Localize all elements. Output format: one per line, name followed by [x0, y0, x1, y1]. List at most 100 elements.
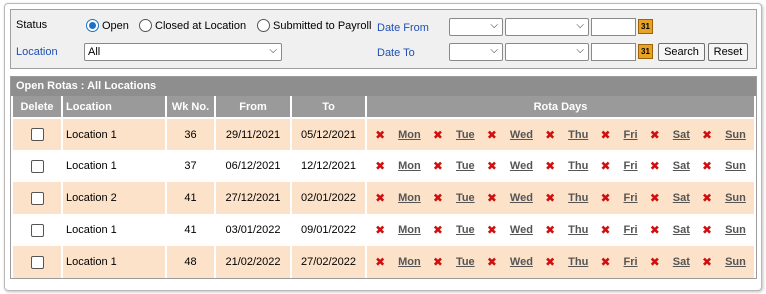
- rota-day: ✖ Sun: [702, 159, 746, 173]
- delete-day-icon[interactable]: ✖: [545, 159, 555, 173]
- location-select[interactable]: All ⌵: [84, 43, 282, 61]
- delete-day-icon[interactable]: ✖: [433, 128, 443, 142]
- day-link-mon[interactable]: Mon: [398, 192, 421, 204]
- delete-day-icon[interactable]: ✖: [487, 223, 497, 237]
- radio-closed-label[interactable]: Closed at Location: [155, 20, 246, 32]
- delete-checkbox[interactable]: [30, 191, 44, 205]
- day-link-fri[interactable]: Fri: [624, 192, 638, 204]
- rota-day: ✖ Thu: [545, 191, 588, 205]
- day-link-sun[interactable]: Sun: [725, 160, 746, 172]
- day-link-fri[interactable]: Fri: [624, 129, 638, 141]
- delete-day-icon[interactable]: ✖: [375, 191, 385, 205]
- day-link-wed[interactable]: Wed: [510, 192, 533, 204]
- day-link-thu[interactable]: Thu: [568, 224, 588, 236]
- day-link-mon[interactable]: Mon: [398, 160, 421, 172]
- delete-day-icon[interactable]: ✖: [600, 128, 610, 142]
- day-link-thu[interactable]: Thu: [568, 192, 588, 204]
- date-to-year-input[interactable]: [591, 43, 636, 61]
- day-link-sun[interactable]: Sun: [725, 129, 746, 141]
- day-link-fri[interactable]: Fri: [624, 256, 638, 268]
- delete-day-icon[interactable]: ✖: [433, 255, 443, 269]
- delete-day-icon[interactable]: ✖: [600, 255, 610, 269]
- radio-submitted-label[interactable]: Submitted to Payroll: [273, 20, 371, 32]
- delete-day-icon[interactable]: ✖: [702, 255, 712, 269]
- day-link-fri[interactable]: Fri: [624, 160, 638, 172]
- day-link-sat[interactable]: Sat: [673, 129, 690, 141]
- day-link-sun[interactable]: Sun: [725, 192, 746, 204]
- radio-open[interactable]: [86, 19, 99, 32]
- delete-day-icon[interactable]: ✖: [487, 255, 497, 269]
- day-link-wed[interactable]: Wed: [510, 160, 533, 172]
- delete-day-icon[interactable]: ✖: [433, 191, 443, 205]
- date-to-month-select[interactable]: ⌵: [505, 43, 589, 61]
- delete-day-icon[interactable]: ✖: [545, 223, 555, 237]
- delete-day-icon[interactable]: ✖: [650, 159, 660, 173]
- delete-day-icon[interactable]: ✖: [487, 128, 497, 142]
- radio-open-label[interactable]: Open: [102, 20, 129, 32]
- day-link-sat[interactable]: Sat: [673, 256, 690, 268]
- from-date-cell: 03/01/2022: [214, 214, 292, 246]
- delete-day-icon[interactable]: ✖: [545, 128, 555, 142]
- delete-day-icon[interactable]: ✖: [375, 159, 385, 173]
- delete-day-icon[interactable]: ✖: [650, 191, 660, 205]
- day-link-sat[interactable]: Sat: [673, 160, 690, 172]
- delete-day-icon[interactable]: ✖: [433, 223, 443, 237]
- date-from-year-input[interactable]: [591, 18, 636, 36]
- delete-day-icon[interactable]: ✖: [600, 159, 610, 173]
- delete-day-icon[interactable]: ✖: [702, 191, 712, 205]
- day-link-fri[interactable]: Fri: [624, 224, 638, 236]
- delete-day-icon[interactable]: ✖: [600, 191, 610, 205]
- day-link-thu[interactable]: Thu: [568, 129, 588, 141]
- delete-day-icon[interactable]: ✖: [702, 159, 712, 173]
- delete-day-icon[interactable]: ✖: [650, 223, 660, 237]
- day-link-tue[interactable]: Tue: [456, 160, 475, 172]
- day-link-wed[interactable]: Wed: [510, 224, 533, 236]
- day-link-mon[interactable]: Mon: [398, 224, 421, 236]
- day-link-tue[interactable]: Tue: [456, 224, 475, 236]
- delete-day-icon[interactable]: ✖: [702, 128, 712, 142]
- day-link-thu[interactable]: Thu: [568, 160, 588, 172]
- delete-day-icon[interactable]: ✖: [375, 255, 385, 269]
- delete-day-icon[interactable]: ✖: [487, 191, 497, 205]
- delete-day-icon[interactable]: ✖: [650, 128, 660, 142]
- delete-day-icon[interactable]: ✖: [375, 128, 385, 142]
- radio-closed-at-location[interactable]: [139, 19, 152, 32]
- rota-day: ✖ Fri: [600, 159, 637, 173]
- day-link-wed[interactable]: Wed: [510, 129, 533, 141]
- date-from-month-select[interactable]: ⌵: [505, 18, 589, 36]
- date-from-day-select[interactable]: ⌵: [449, 18, 503, 36]
- day-link-sat[interactable]: Sat: [673, 192, 690, 204]
- day-link-tue[interactable]: Tue: [456, 129, 475, 141]
- delete-day-icon[interactable]: ✖: [487, 159, 497, 173]
- rota-day: ✖ Sat: [650, 191, 690, 205]
- day-link-mon[interactable]: Mon: [398, 129, 421, 141]
- radio-submitted-to-payroll[interactable]: [257, 19, 270, 32]
- date-to-calendar-icon[interactable]: 31: [638, 44, 653, 59]
- day-link-sun[interactable]: Sun: [725, 256, 746, 268]
- date-from-calendar-icon[interactable]: 31: [638, 19, 653, 34]
- day-link-tue[interactable]: Tue: [456, 256, 475, 268]
- delete-day-icon[interactable]: ✖: [545, 191, 555, 205]
- day-link-sat[interactable]: Sat: [673, 224, 690, 236]
- day-link-tue[interactable]: Tue: [456, 192, 475, 204]
- delete-day-icon[interactable]: ✖: [600, 223, 610, 237]
- date-to-day-select[interactable]: ⌵: [449, 43, 503, 61]
- delete-day-icon[interactable]: ✖: [433, 159, 443, 173]
- day-link-thu[interactable]: Thu: [568, 256, 588, 268]
- rota-day: ✖ Tue: [433, 191, 475, 205]
- table-row: Location 1 41 03/01/2022 09/01/2022 ✖ Mon ✖ Tue…: [11, 214, 756, 246]
- delete-day-icon[interactable]: ✖: [375, 223, 385, 237]
- day-link-wed[interactable]: Wed: [510, 256, 533, 268]
- reset-button[interactable]: Reset: [708, 43, 748, 61]
- delete-day-icon[interactable]: ✖: [702, 223, 712, 237]
- delete-checkbox[interactable]: [30, 255, 44, 269]
- delete-checkbox[interactable]: [30, 128, 44, 141]
- delete-day-icon[interactable]: ✖: [545, 255, 555, 269]
- search-button[interactable]: Search: [658, 43, 705, 61]
- day-link-mon[interactable]: Mon: [398, 256, 421, 268]
- delete-day-icon[interactable]: ✖: [650, 255, 660, 269]
- delete-checkbox[interactable]: [30, 223, 44, 237]
- delete-checkbox[interactable]: [30, 159, 44, 173]
- day-link-sun[interactable]: Sun: [725, 224, 746, 236]
- rota-day: ✖ Tue: [433, 159, 475, 173]
